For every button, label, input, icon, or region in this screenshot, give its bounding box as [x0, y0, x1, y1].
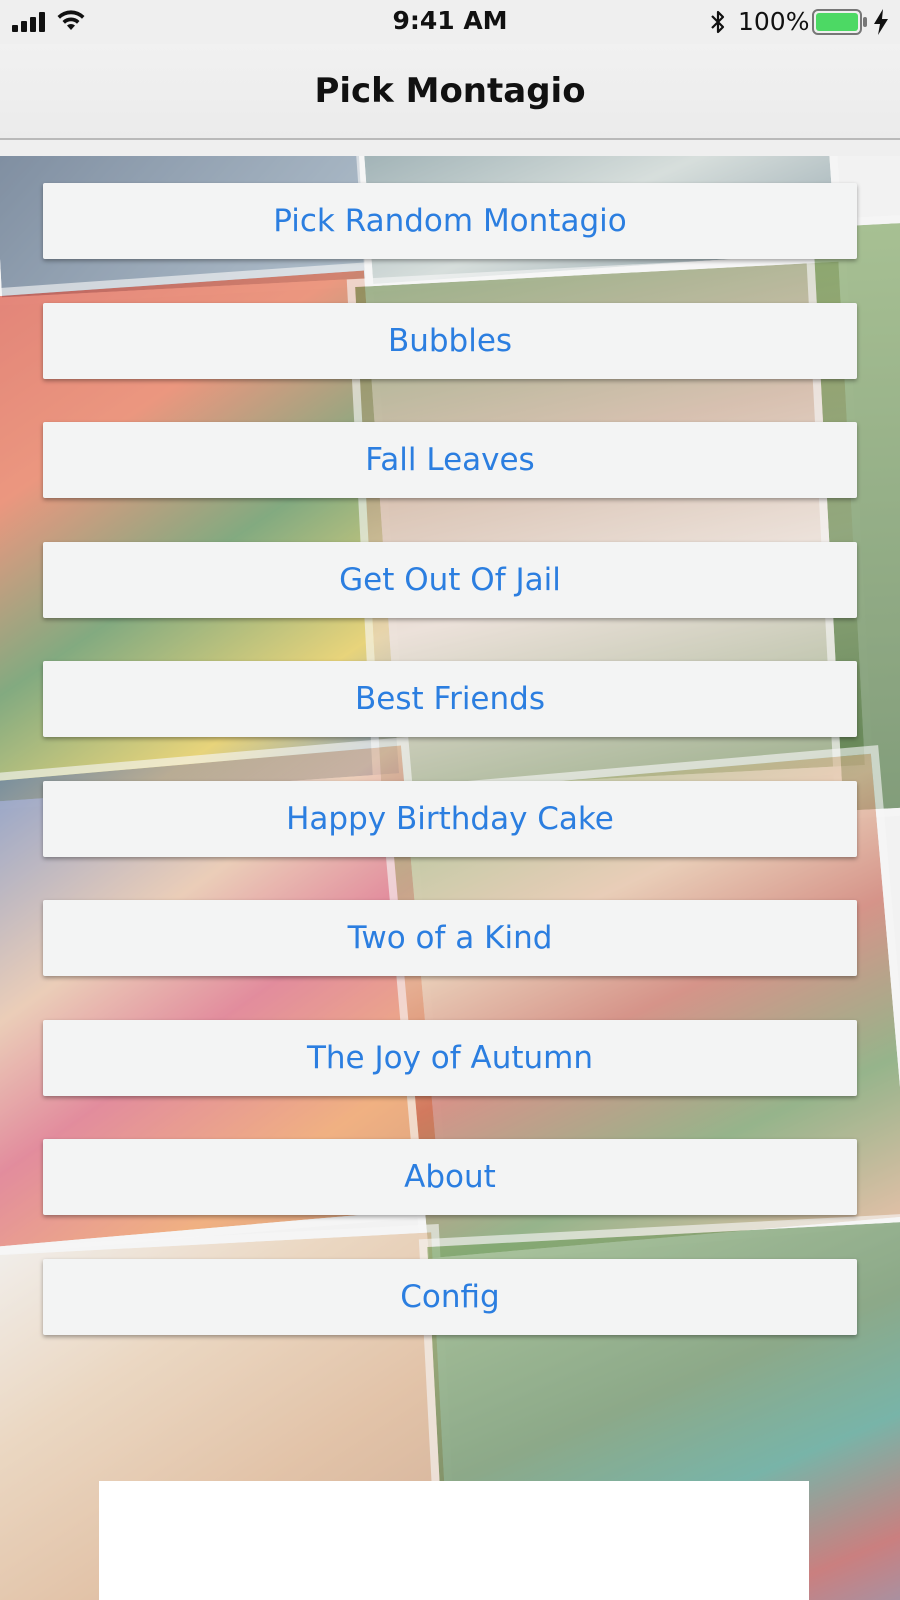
battery-percent: 100% [738, 7, 810, 36]
the-joy-of-autumn-button[interactable]: The Joy of Autumn [43, 1020, 857, 1096]
get-out-of-jail-button[interactable]: Get Out Of Jail [43, 542, 857, 618]
pick-random-montagio-button[interactable]: Pick Random Montagio [43, 183, 857, 259]
bluetooth-icon [711, 10, 725, 34]
navigation-gap [0, 140, 900, 156]
bubbles-button[interactable]: Bubbles [43, 303, 857, 379]
navigation-divider [0, 138, 900, 140]
charging-bolt-icon [874, 9, 888, 35]
config-button[interactable]: Config [43, 1259, 857, 1335]
about-button[interactable]: About [43, 1139, 857, 1215]
fall-leaves-button[interactable]: Fall Leaves [43, 422, 857, 498]
status-bar: 9:41 AM 100% [0, 0, 900, 44]
page-title: Pick Montagio [314, 71, 586, 111]
app-screen: 9:41 AM 100% Pick Montagio Pick Random M… [0, 0, 900, 1600]
ad-banner-area [99, 1481, 809, 1600]
battery-icon [812, 9, 867, 35]
two-of-a-kind-button[interactable]: Two of a Kind [43, 900, 857, 976]
best-friends-button[interactable]: Best Friends [43, 661, 857, 737]
navigation-bar: Pick Montagio [0, 44, 900, 138]
happy-birthday-cake-button[interactable]: Happy Birthday Cake [43, 781, 857, 857]
